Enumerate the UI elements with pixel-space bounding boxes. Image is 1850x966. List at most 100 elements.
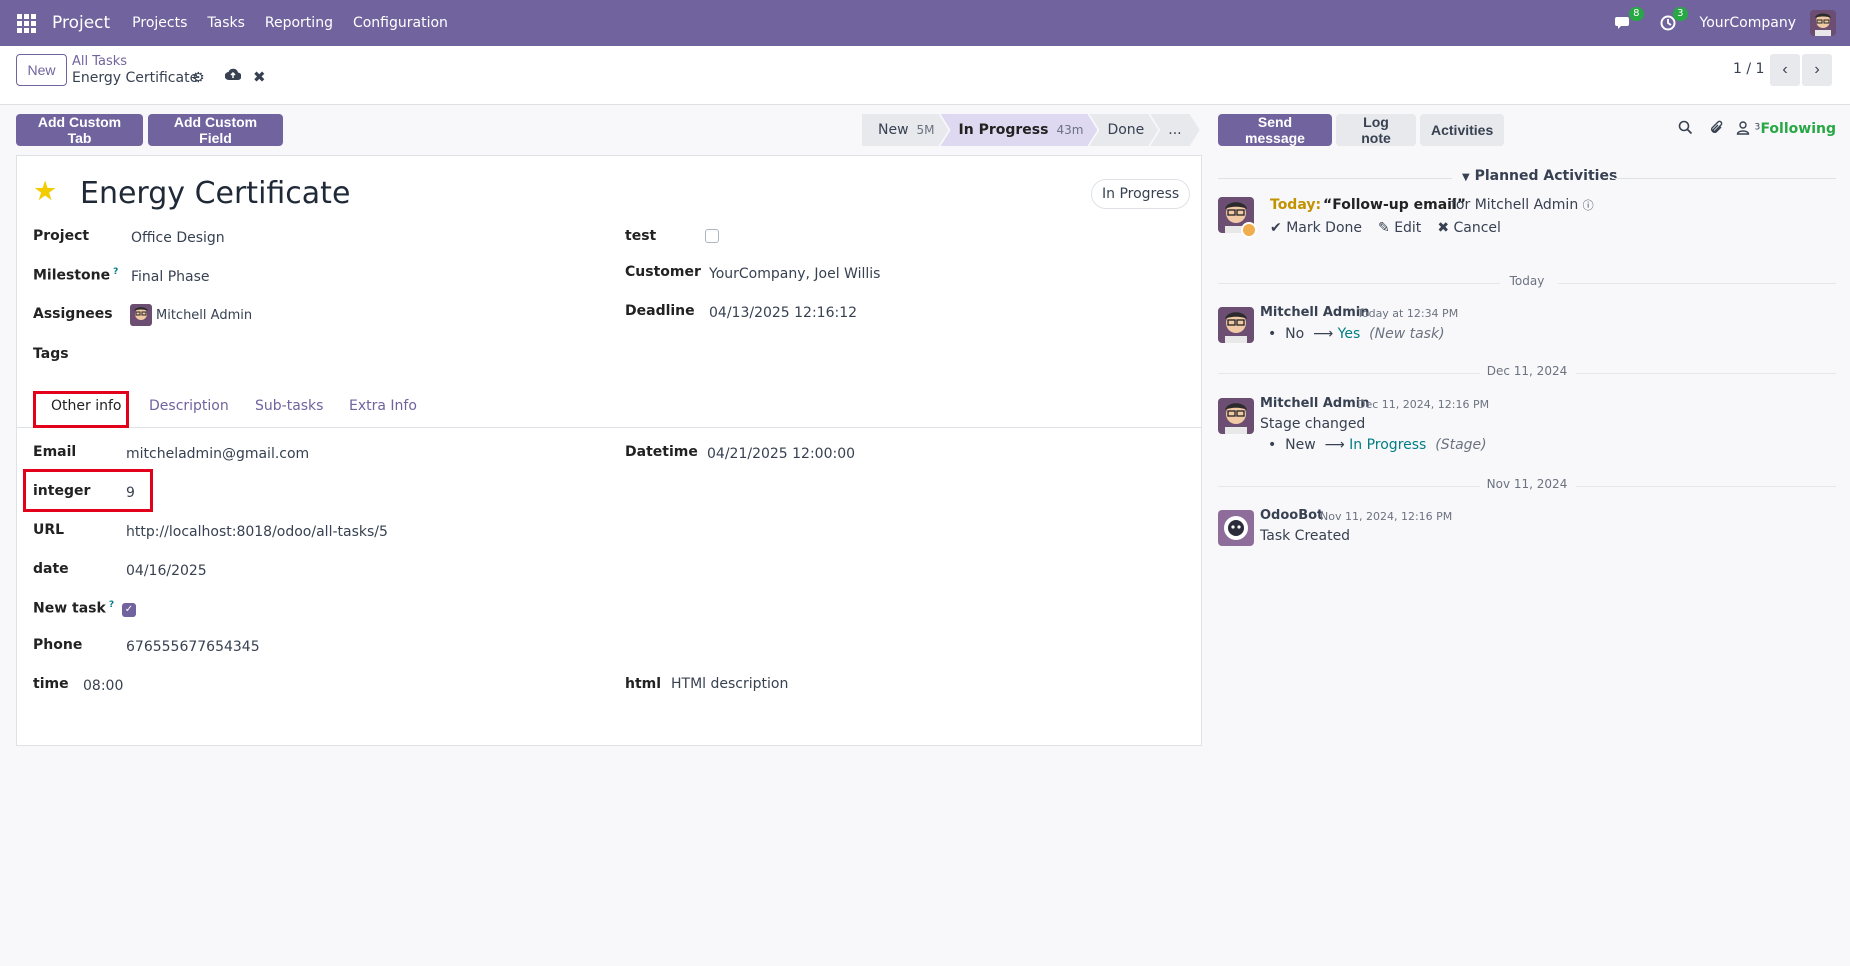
top-navbar: Project Projects Tasks Reporting Configu… (0, 0, 1850, 46)
menu-configuration[interactable]: Configuration (353, 15, 448, 31)
test-checkbox[interactable] (705, 229, 719, 243)
menu-reporting[interactable]: Reporting (265, 15, 333, 31)
notebook-tabs: Other info Description Sub-tasks Extra I… (17, 390, 1201, 428)
activity-clock-icon[interactable]: 3 (1656, 7, 1688, 35)
stage-in-progress[interactable]: In Progress 43m (941, 114, 1098, 146)
stage-done[interactable]: Done (1089, 114, 1158, 146)
highlight-integer-box (23, 469, 153, 512)
message-author[interactable]: Mitchell Admin (1260, 396, 1369, 411)
time-field[interactable]: 08:00 (83, 678, 123, 694)
message-date: Nov 11, 2024, 12:16 PM (1320, 510, 1453, 523)
message-item: OdooBot Nov 11, 2024, 12:16 PM Task Crea… (1218, 508, 1836, 548)
new-record-button[interactable]: New (16, 54, 67, 86)
assignee-tag[interactable]: Mitchell Admin (130, 304, 252, 326)
project-field[interactable]: Office Design (131, 230, 225, 246)
chatter-topbar: Send message Log note Activities 3 Follo… (1218, 114, 1836, 146)
tab-sub-tasks[interactable]: Sub-tasks (255, 398, 323, 414)
menu-tasks[interactable]: Tasks (207, 15, 245, 31)
html-field[interactable]: HTMl description (671, 676, 788, 692)
tags-label: Tags (33, 346, 69, 362)
tab-extra-info[interactable]: Extra Info (349, 398, 417, 414)
phone-field[interactable]: 676555677654345 (126, 639, 260, 655)
milestone-field[interactable]: Final Phase (131, 269, 210, 285)
message-date: Dec 11, 2024, 12:16 PM (1357, 398, 1490, 411)
url-field[interactable]: http://localhost:8018/odoo/all-tasks/5 (126, 524, 388, 540)
send-message-button[interactable]: Send message (1218, 114, 1332, 146)
breadcrumb-current: Energy Certificate (72, 70, 199, 86)
deadline-field[interactable]: 04/13/2025 12:16:12 (709, 305, 857, 321)
tracking-value: • No ⟶ Yes (New task) (1268, 326, 1445, 342)
datetime-label: Datetime (625, 444, 698, 460)
task-state-button[interactable]: In Progress (1091, 179, 1191, 209)
date-separator: Today (1218, 274, 1836, 294)
activity-summary: “Follow-up email” (1323, 197, 1466, 213)
paperclip-icon[interactable] (1709, 120, 1724, 140)
company-switcher[interactable]: YourCompany (1700, 15, 1797, 31)
customer-label: Customer (625, 264, 701, 280)
date-separator: Dec 11, 2024 (1218, 364, 1836, 384)
pager-next-button[interactable]: › (1802, 54, 1832, 86)
priority-star-icon[interactable]: ★ (33, 176, 57, 207)
add-custom-field-button[interactable]: Add Custom Field (148, 114, 283, 146)
discard-close-icon[interactable]: ✖ (253, 68, 266, 86)
milestone-label: Milestone? (33, 267, 119, 284)
new-task-help-icon[interactable]: ? (109, 600, 114, 610)
activity-item: Today: “Follow-up email” for Mitchell Ad… (1218, 197, 1836, 247)
following-button[interactable]: Following (1760, 121, 1836, 137)
stage-statusbar: New 5M In Progress 43m Done ... (862, 114, 1192, 146)
milestone-help-icon[interactable]: ? (113, 267, 118, 277)
apps-menu-icon[interactable] (0, 0, 52, 46)
highlight-other-info-box (33, 391, 129, 428)
save-cloud-icon[interactable] (224, 68, 242, 86)
activities-button[interactable]: Activities (1420, 114, 1504, 146)
app-brand[interactable]: Project (52, 13, 110, 33)
date-separator: Nov 11, 2024 (1218, 477, 1836, 497)
message-item: Mitchell Admin Today at 12:34 PM • No ⟶ … (1218, 305, 1836, 345)
user-avatar[interactable] (1810, 10, 1836, 36)
message-author[interactable]: Mitchell Admin (1260, 305, 1369, 320)
message-avatar[interactable] (1218, 398, 1254, 434)
menu-projects[interactable]: Projects (132, 15, 187, 31)
time-label: time (33, 676, 69, 692)
activity-due-label: Today: (1270, 197, 1322, 213)
message-body: Stage changed (1260, 416, 1366, 432)
followers-count: 3 (1754, 122, 1761, 133)
deadline-label: Deadline (625, 303, 695, 319)
cancel-activity-link[interactable]: ✖ Cancel (1437, 220, 1501, 236)
gear-icon[interactable]: ⚙ (192, 70, 205, 86)
tab-description[interactable]: Description (149, 398, 229, 414)
activity-assignee: for Mitchell Admin ⓘ (1451, 197, 1594, 213)
breadcrumb-all-tasks[interactable]: All Tasks (72, 54, 127, 69)
pager-value[interactable]: 1 / 1 (1733, 61, 1764, 77)
new-task-label: New task? (33, 600, 115, 617)
message-avatar[interactable] (1218, 307, 1254, 343)
task-title[interactable]: Energy Certificate (80, 176, 350, 211)
messages-badge: 8 (1629, 7, 1644, 21)
datetime-field[interactable]: 04/21/2025 12:00:00 (707, 446, 855, 462)
search-icon[interactable] (1678, 120, 1693, 139)
odoobot-avatar[interactable] (1218, 510, 1254, 546)
assignee-avatar (130, 304, 152, 326)
edit-activity-link[interactable]: ✎ Edit (1378, 220, 1421, 236)
control-panel: New All Tasks Energy Certificate ⚙ ✖ 1 /… (0, 46, 1850, 105)
messaging-icon[interactable]: 8 (1612, 7, 1644, 35)
planned-activities-header[interactable]: ▼ Planned Activities (1218, 168, 1836, 188)
date-field[interactable]: 04/16/2025 (126, 563, 207, 579)
message-author[interactable]: OdooBot (1260, 508, 1323, 523)
new-task-checkbox[interactable]: ✓ (122, 603, 136, 617)
customer-field[interactable]: YourCompany, Joel Willis (709, 266, 880, 282)
html-label: html (625, 676, 662, 692)
tracking-value: • New ⟶ In Progress (Stage) (1268, 437, 1487, 453)
add-custom-tab-button[interactable]: Add Custom Tab (16, 114, 143, 146)
pager-previous-button[interactable]: ‹ (1770, 54, 1800, 86)
caret-down-icon: ▼ (1462, 172, 1470, 183)
log-note-button[interactable]: Log note (1336, 114, 1416, 146)
email-activity-icon (1241, 222, 1257, 238)
email-field[interactable]: mitcheladmin@gmail.com (126, 446, 309, 462)
message-item: Mitchell Admin Dec 11, 2024, 12:16 PM St… (1218, 396, 1836, 456)
test-label: test (625, 228, 657, 244)
mark-done-link[interactable]: ✔ Mark Done (1270, 220, 1362, 236)
stage-new[interactable]: New 5M (862, 114, 949, 146)
followers-icon[interactable]: 3 (1736, 120, 1760, 139)
info-icon[interactable]: ⓘ (1583, 199, 1594, 212)
